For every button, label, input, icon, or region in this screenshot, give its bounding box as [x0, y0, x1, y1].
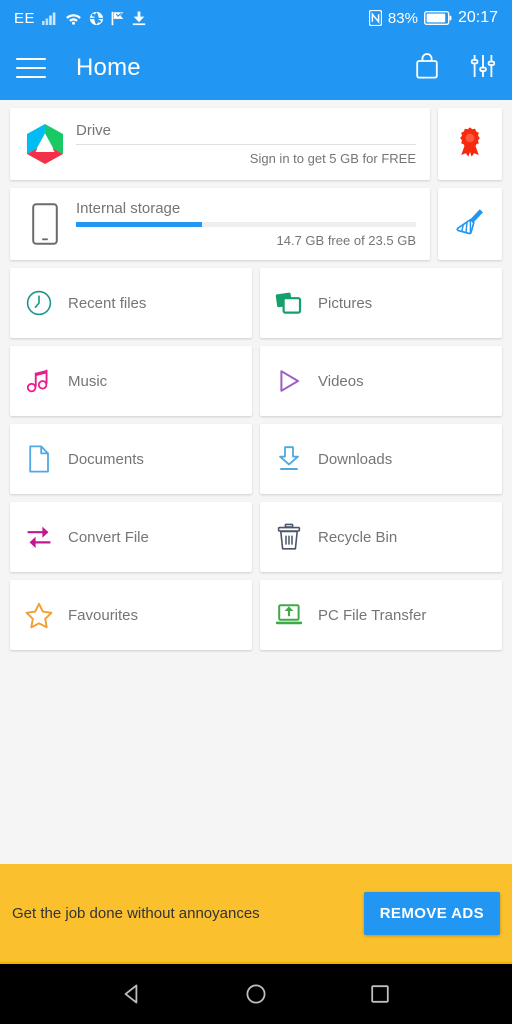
storage-cleaner-button[interactable]: [438, 188, 502, 260]
internal-storage-free-label: 14.7 GB free of 23.5 GB: [276, 233, 416, 248]
drive-hexagon-logo: [22, 123, 68, 165]
music-note-icon: [24, 368, 54, 394]
download-icon: [132, 11, 146, 26]
tile-label: Music: [68, 372, 108, 390]
star-outline-icon: [24, 602, 54, 629]
trash-bin-icon: [274, 523, 304, 551]
tile-label: Recycle Bin: [318, 528, 398, 546]
internal-storage-body: Internal storage 14.7 GB free of 23.5 GB: [76, 200, 416, 248]
android-nav-bar: [0, 964, 512, 1024]
tile-label: Documents: [68, 450, 144, 468]
remove-ads-button[interactable]: REMOVE ADS: [363, 891, 500, 935]
battery-percent-label: 83%: [387, 9, 418, 27]
laptop-upload-icon: [274, 602, 304, 628]
internal-storage-card[interactable]: Internal storage 14.7 GB free of 23.5 GB: [10, 188, 430, 260]
carrier-label: EE: [14, 9, 36, 27]
tile-label: Favourites: [68, 606, 139, 624]
storage-progress-fill: [76, 222, 202, 227]
phone-icon: [22, 203, 68, 245]
award-ribbon-icon: [456, 126, 484, 163]
drive-body: Drive Sign in to get 5 GB for FREE: [76, 122, 416, 166]
hamburger-menu-icon[interactable]: [16, 58, 46, 78]
tile-music[interactable]: Music: [10, 346, 252, 416]
phone-screen: EE 83% 20:17 Home Drive Sign in to get 5…: [0, 0, 512, 1024]
signal-bars-icon: [42, 11, 58, 25]
ad-banner: Get the job done without annoyances REMO…: [0, 864, 512, 964]
tile-label: Pictures: [318, 294, 373, 312]
status-bar: EE 83% 20:17: [0, 0, 512, 36]
shopping-bag-icon[interactable]: [414, 52, 440, 85]
tile-convert-file[interactable]: Convert File: [10, 502, 252, 572]
tile-pictures[interactable]: Pictures: [260, 268, 502, 338]
convert-arrows-icon: [24, 524, 54, 550]
battery-icon: [423, 11, 452, 25]
play-triangle-icon: [274, 368, 304, 394]
sliders-settings-icon[interactable]: [470, 52, 496, 85]
internal-storage-row: Internal storage 14.7 GB free of 23.5 GB: [10, 188, 502, 260]
drive-label: Drive: [76, 122, 112, 139]
clock-label: 20:17: [457, 9, 498, 26]
app-bar: Home: [0, 36, 512, 100]
broom-icon: [453, 205, 487, 244]
tile-label: Convert File: [68, 528, 149, 546]
tile-documents[interactable]: Documents: [10, 424, 252, 494]
drive-card[interactable]: Drive Sign in to get 5 GB for FREE: [10, 108, 430, 180]
wifi-icon: [65, 11, 82, 25]
flag-icon: [111, 11, 125, 26]
globe-icon: [89, 11, 104, 26]
status-bar-left: EE: [14, 10, 146, 27]
drive-row: Drive Sign in to get 5 GB for FREE: [10, 108, 502, 180]
tile-videos[interactable]: Videos: [260, 346, 502, 416]
back-triangle-icon[interactable]: [119, 981, 145, 1007]
tile-label: PC File Transfer: [318, 606, 427, 624]
storage-progress-bar: [76, 222, 416, 227]
app-bar-actions: [414, 52, 496, 85]
main-content: Drive Sign in to get 5 GB for FREE Inter…: [0, 100, 512, 864]
document-page-icon: [24, 445, 54, 473]
tile-label: Downloads: [318, 450, 393, 468]
drive-divider: [76, 144, 416, 145]
recents-square-icon[interactable]: [367, 981, 393, 1007]
ad-banner-text: Get the job done without annoyances: [12, 904, 260, 922]
nfc-icon: [368, 10, 382, 26]
tile-pc-file-transfer[interactable]: PC File Transfer: [260, 580, 502, 650]
tile-favourites[interactable]: Favourites: [10, 580, 252, 650]
download-arrow-icon: [274, 445, 304, 473]
tile-recent-files[interactable]: Recent files: [10, 268, 252, 338]
drive-signin-hint: Sign in to get 5 GB for FREE: [249, 151, 416, 166]
tile-label: Videos: [318, 372, 364, 390]
tile-label: Recent files: [68, 294, 147, 312]
clock-icon: [24, 290, 54, 316]
tile-downloads[interactable]: Downloads: [260, 424, 502, 494]
drive-promo-button[interactable]: [438, 108, 502, 180]
internal-storage-label: Internal storage: [76, 200, 181, 217]
page-title: Home: [76, 54, 141, 81]
tile-recycle-bin[interactable]: Recycle Bin: [260, 502, 502, 572]
status-bar-right: 83% 20:17: [368, 9, 498, 27]
category-grid: Recent files Pictures Music Videos Docum…: [10, 268, 502, 650]
home-circle-icon[interactable]: [243, 981, 269, 1007]
photos-stack-icon: [274, 290, 304, 316]
